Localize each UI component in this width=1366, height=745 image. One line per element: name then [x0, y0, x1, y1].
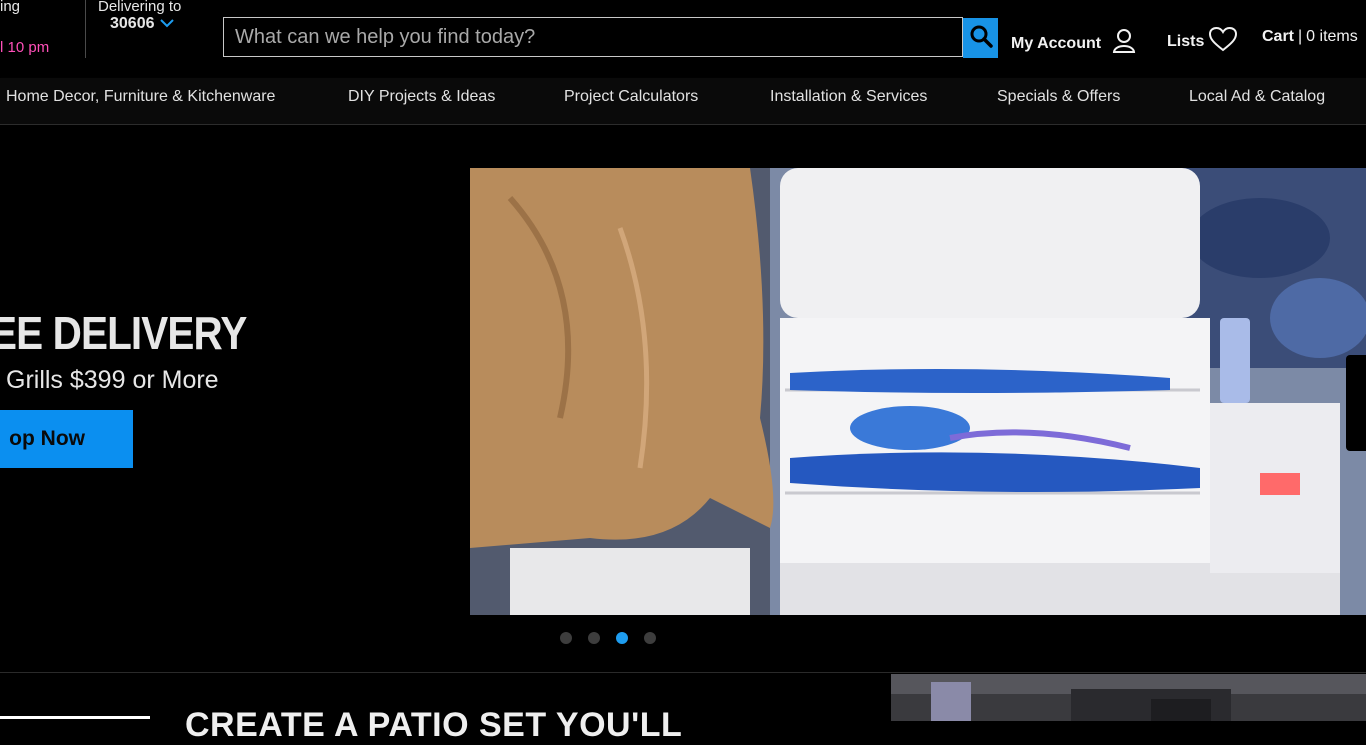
chevron-down-icon [159, 15, 174, 33]
cart-separator: | [1298, 28, 1303, 45]
top-header: ing l 10 pm Delivering to 30606 What can… [0, 0, 1366, 78]
header-divider [85, 0, 86, 58]
search-input[interactable]: What can we help you find today? [223, 17, 963, 57]
carousel-dot-3-active[interactable] [616, 632, 628, 644]
hero-grill-image[interactable] [470, 168, 1366, 615]
carousel-dot-1[interactable] [560, 632, 572, 644]
lists-link[interactable]: Lists [1167, 26, 1238, 57]
zip-code: 30606 [110, 15, 155, 32]
nav-item-project-calculators[interactable]: Project Calculators [564, 88, 698, 106]
carousel-next-button[interactable] [1346, 355, 1366, 451]
patio-promo-image[interactable] [891, 674, 1366, 721]
shop-now-button[interactable]: op Now [0, 410, 133, 468]
carousel-dot-2[interactable] [588, 632, 600, 644]
hero-carousel: EE DELIVERY Grills $399 or More op Now [0, 125, 1366, 672]
cart-label: Cart [1262, 28, 1295, 45]
delivery-zip-selector[interactable]: Delivering to 30606 [98, 0, 182, 32]
hero-headline: EE DELIVERY [0, 307, 247, 359]
delivering-to-label: Delivering to [98, 0, 182, 15]
search-placeholder: What can we help you find today? [235, 25, 536, 48]
carousel-dots [560, 632, 656, 644]
store-hours-text[interactable]: l 10 pm [0, 39, 49, 56]
cart-link[interactable]: Cart | 0 items [1262, 28, 1358, 46]
heart-icon [1208, 26, 1238, 57]
lists-label: Lists [1167, 32, 1205, 50]
search-icon [969, 24, 993, 53]
user-icon [1111, 28, 1137, 59]
nav-item-local-ad[interactable]: Local Ad & Catalog [1189, 88, 1325, 106]
nav-item-specials-offers[interactable]: Specials & Offers [997, 88, 1120, 106]
nav-item-installation-services[interactable]: Installation & Services [770, 88, 927, 106]
nav-item-home-decor[interactable]: Home Decor, Furniture & Kitchenware [6, 88, 275, 106]
cart-count: 0 items [1306, 28, 1358, 45]
patio-promo-section: CREATE A PATIO SET YOU'LL [0, 672, 1366, 744]
patio-promo-title: CREATE A PATIO SET YOU'LL [185, 706, 683, 744]
delivery-zip[interactable]: 30606 [110, 15, 174, 33]
hero-subtitle: Grills $399 or More [6, 366, 219, 394]
search-button[interactable] [963, 18, 998, 58]
nav-item-diy-projects[interactable]: DIY Projects & Ideas [348, 88, 495, 106]
section-accent-line [0, 716, 150, 719]
my-account-label: My Account [1011, 34, 1102, 52]
my-account-link[interactable]: My Account [1011, 28, 1137, 59]
main-nav: Home Decor, Furniture & Kitchenware DIY … [0, 78, 1366, 125]
carousel-dot-4[interactable] [644, 632, 656, 644]
store-status-text[interactable]: ing [0, 0, 20, 15]
